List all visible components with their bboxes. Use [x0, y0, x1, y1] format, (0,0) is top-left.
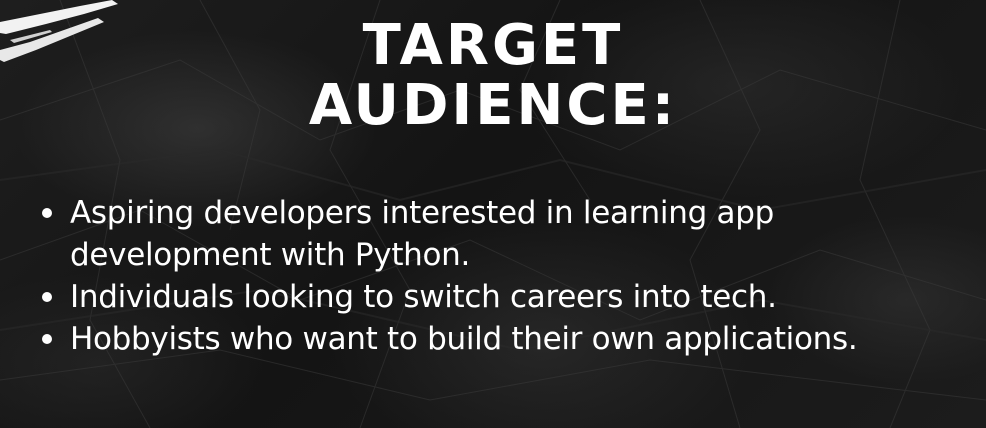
bullet-icon: [42, 208, 52, 218]
list-item: Hobbyists who want to build their own ap…: [36, 318, 966, 360]
list-item-text: Hobbyists who want to build their own ap…: [70, 321, 858, 357]
bullet-icon: [42, 334, 52, 344]
page-title: TARGET AUDIENCE:: [0, 16, 986, 136]
title-line-2: AUDIENCE:: [308, 73, 678, 138]
list-item-text: Individuals looking to switch careers in…: [70, 279, 777, 315]
list-item-text: Aspiring developers interested in learni…: [70, 195, 774, 273]
title-line-1: TARGET: [362, 13, 624, 78]
bullet-icon: [42, 292, 52, 302]
list-item: Aspiring developers interested in learni…: [36, 192, 966, 276]
list-item: Individuals looking to switch careers in…: [36, 276, 966, 318]
audience-list: Aspiring developers interested in learni…: [36, 192, 966, 360]
